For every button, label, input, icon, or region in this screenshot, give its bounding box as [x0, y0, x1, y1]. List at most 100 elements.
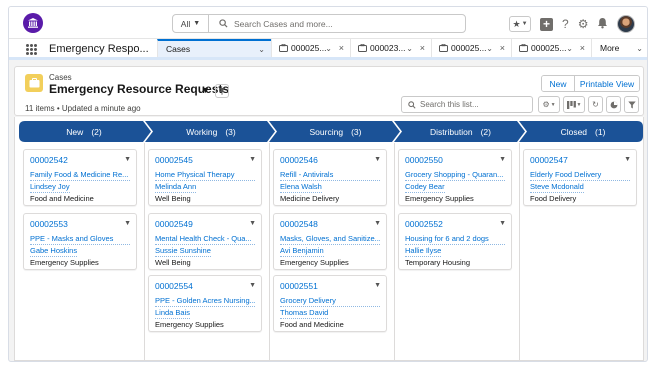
card-menu-chevron-icon[interactable]: ▼: [499, 156, 506, 163]
card-menu-chevron-icon[interactable]: ▼: [249, 220, 256, 227]
chevron-down-icon[interactable]: ⌄: [325, 44, 332, 53]
contact-link[interactable]: Lindsey Joy: [30, 182, 70, 193]
case-card[interactable]: 00002546 ▼ Refill - Antivirals Elena Wal…: [273, 149, 387, 206]
chevron-down-icon[interactable]: ⌄: [486, 44, 493, 53]
case-card[interactable]: 00002542 ▼ Family Food & Medicine Re... …: [23, 149, 137, 206]
case-card[interactable]: 00002553 ▼ PPE - Masks and Gloves Gabe H…: [23, 213, 137, 270]
card-menu-chevron-icon[interactable]: ▼: [374, 282, 381, 289]
bell-icon[interactable]: [597, 17, 608, 31]
favorites-button[interactable]: ★ ▼: [509, 16, 531, 32]
case-card[interactable]: 00002551 ▼ Grocery Delivery Thomas David…: [273, 275, 387, 332]
list-settings-button[interactable]: ⚙ ▼: [538, 96, 560, 113]
tab-case-3[interactable]: 000025... ⌄ ×: [431, 39, 511, 57]
app-launcher-icon[interactable]: [26, 44, 37, 55]
search-icon: [215, 19, 231, 28]
case-subject-link[interactable]: Home Physical Therapy: [155, 170, 255, 181]
case-subject-link[interactable]: Family Food & Medicine Re...: [30, 170, 130, 181]
case-card[interactable]: 00002554 ▼ PPE - Golden Acres Nursing...…: [148, 275, 262, 332]
stage-distribution[interactable]: Distribution (2): [398, 121, 523, 142]
display-as-button[interactable]: ▼: [563, 96, 585, 113]
chevron-down-icon[interactable]: ⌄: [258, 45, 265, 54]
contact-link[interactable]: Avi Benjamin: [280, 246, 324, 257]
contact-link[interactable]: Steve Mcdonald: [530, 182, 584, 193]
case-number-link[interactable]: 00002553: [30, 219, 68, 229]
contact-link[interactable]: Elena Walsh: [280, 182, 322, 193]
case-number-link[interactable]: 00002542: [30, 155, 68, 165]
more-tabs-button[interactable]: More ⌄: [591, 39, 647, 57]
case-subject-link[interactable]: PPE - Masks and Gloves: [30, 234, 130, 245]
more-label: More: [600, 43, 620, 53]
tab-case-1[interactable]: 000025... ⌄ ×: [271, 39, 350, 57]
search-scope-select[interactable]: All ▼: [173, 15, 209, 32]
card-menu-chevron-icon[interactable]: ▼: [624, 156, 631, 163]
help-icon[interactable]: ?: [562, 17, 569, 31]
case-card[interactable]: 00002547 ▼ Elderly Food Delivery Steve M…: [523, 149, 637, 206]
user-avatar[interactable]: [617, 15, 636, 33]
close-icon[interactable]: ×: [500, 43, 505, 53]
search-input[interactable]: Search Cases and more...: [234, 19, 333, 29]
case-number-link[interactable]: 00002551: [280, 281, 318, 291]
case-subject-link[interactable]: Grocery Shopping - Quaran...: [405, 170, 505, 181]
chevron-down-icon[interactable]: ⌄: [406, 44, 413, 53]
card-menu-chevron-icon[interactable]: ▼: [374, 156, 381, 163]
charts-button[interactable]: [606, 96, 621, 113]
case-number-link[interactable]: 00002549: [155, 219, 193, 229]
stage-working[interactable]: Working (3): [149, 121, 273, 142]
case-card[interactable]: 00002545 ▼ Home Physical Therapy Melinda…: [148, 149, 262, 206]
case-card[interactable]: 00002552 ▼ Housing for 6 and 2 dogs Hall…: [398, 213, 512, 270]
tab-case-2[interactable]: 000023... ⌄ ×: [350, 39, 431, 57]
case-number-link[interactable]: 00002550: [405, 155, 443, 165]
global-actions-plus-icon[interactable]: +: [540, 17, 553, 31]
case-number-link[interactable]: 00002552: [405, 219, 443, 229]
tab-cases[interactable]: Cases ⌄: [157, 39, 271, 57]
org-logo[interactable]: [23, 13, 43, 33]
case-subject-link[interactable]: Elderly Food Delivery: [530, 170, 630, 181]
case-subject-link[interactable]: Grocery Delivery: [280, 296, 380, 307]
case-subject-link[interactable]: Masks, Gloves, and Sanitize...: [280, 234, 380, 245]
case-number-link[interactable]: 00002546: [280, 155, 318, 165]
case-card[interactable]: 00002548 ▼ Masks, Gloves, and Sanitize..…: [273, 213, 387, 270]
case-card[interactable]: 00002550 ▼ Grocery Shopping - Quaran... …: [398, 149, 512, 206]
card-menu-chevron-icon[interactable]: ▼: [374, 220, 381, 227]
case-subject-link[interactable]: Mental Health Check - Qua...: [155, 234, 255, 245]
case-subject-link[interactable]: PPE - Golden Acres Nursing...: [155, 296, 255, 307]
stage-sourcing[interactable]: Sourcing (3): [273, 121, 398, 142]
refresh-button[interactable]: ↻: [588, 96, 603, 113]
card-menu-chevron-icon[interactable]: ▼: [124, 220, 131, 227]
close-icon[interactable]: ×: [580, 43, 585, 53]
card-menu-chevron-icon[interactable]: ▼: [249, 156, 256, 163]
card-menu-chevron-icon[interactable]: ▼: [124, 156, 131, 163]
new-button[interactable]: New: [542, 76, 575, 91]
gear-icon[interactable]: ⚙: [578, 17, 589, 31]
stage-name: New: [66, 126, 84, 137]
contact-link[interactable]: Linda Bais: [155, 308, 191, 319]
contact-link[interactable]: Thomas David: [280, 308, 329, 319]
contact-link[interactable]: Sussie Sunshine: [155, 246, 211, 257]
case-number-link[interactable]: 00002548: [280, 219, 318, 229]
contact-link[interactable]: Melinda Ann: [155, 182, 197, 193]
list-search-input[interactable]: Search this list...: [401, 96, 533, 113]
contact-link[interactable]: Codey Bear: [405, 182, 445, 193]
close-icon[interactable]: ×: [420, 43, 425, 53]
stage-new[interactable]: New (2): [19, 121, 149, 142]
case-subject-link[interactable]: Refill - Antivirals: [280, 170, 380, 181]
contact-link[interactable]: Gabe Hoskins: [30, 246, 78, 257]
filter-button[interactable]: [624, 96, 639, 113]
contact-link[interactable]: Hallie Ilyse: [405, 246, 442, 257]
stage-closed[interactable]: Closed (1): [523, 121, 643, 142]
case-number-link[interactable]: 00002554: [155, 281, 193, 291]
tab-case-4[interactable]: 000025... ⌄ ×: [511, 39, 591, 57]
case-number-link[interactable]: 00002547: [530, 155, 568, 165]
close-icon[interactable]: ×: [339, 43, 344, 53]
case-number-link[interactable]: 00002545: [155, 155, 193, 165]
pin-icon[interactable]: [215, 84, 229, 98]
card-menu-chevron-icon[interactable]: ▼: [499, 220, 506, 227]
list-view-selector-icon[interactable]: ▼: [201, 85, 210, 95]
chevron-down-icon[interactable]: ⌄: [566, 44, 573, 53]
global-header: All ▼ Search Cases and more... ★ ▼ + ? ⚙: [9, 7, 647, 39]
printable-view-button[interactable]: Printable View: [575, 76, 639, 91]
card-menu-chevron-icon[interactable]: ▼: [249, 282, 256, 289]
header-actions: ★ ▼ + ? ⚙: [509, 15, 636, 33]
case-subject-link[interactable]: Housing for 6 and 2 dogs: [405, 234, 505, 245]
case-card[interactable]: 00002549 ▼ Mental Health Check - Qua... …: [148, 213, 262, 270]
